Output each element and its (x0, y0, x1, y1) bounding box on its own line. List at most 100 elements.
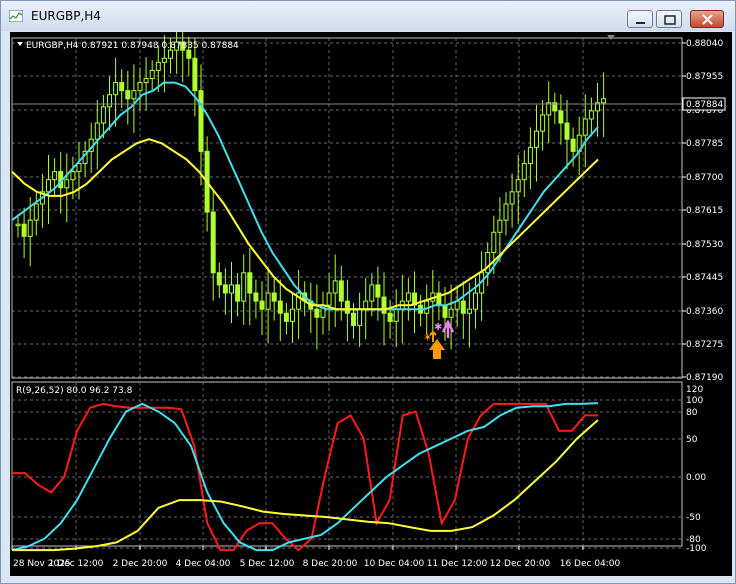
candle-body (253, 292, 259, 302)
candle-body (344, 300, 350, 314)
candle-body (570, 138, 576, 152)
candle-body (582, 118, 588, 136)
price-tick-label: 0.87700 (686, 173, 723, 183)
candle-body (485, 252, 491, 274)
price-tick-label: 0.87275 (686, 340, 723, 350)
price-tick-label: 0.87190 (686, 373, 723, 383)
candle-body (131, 90, 137, 100)
candle-body (357, 308, 363, 326)
candle-body (192, 57, 198, 92)
candle-body (290, 308, 295, 322)
candle-body (186, 49, 192, 59)
candle-body (363, 300, 369, 310)
candle-body (546, 102, 552, 116)
candle-body (76, 163, 82, 173)
price-tick-label: 0.87955 (686, 72, 723, 82)
indicator-tick-label: 120 (686, 385, 703, 395)
candle-body (503, 203, 509, 221)
maximize-button[interactable] (656, 10, 682, 28)
chart-canvas[interactable]: 0.880400.879550.878700.877850.877000.876… (10, 32, 732, 576)
candle-body (222, 284, 228, 294)
candle-body (393, 308, 399, 322)
svg-text:✱: ✱ (434, 322, 442, 333)
window-title: EURGBP,H4 (31, 9, 101, 23)
candle-body (137, 82, 143, 92)
candle-body (381, 296, 387, 314)
chart-app-icon (9, 10, 23, 22)
candle-body (283, 312, 289, 322)
indicator-tick-label: -50 (686, 513, 701, 523)
candle-body (332, 280, 338, 294)
minimize-button[interactable] (627, 10, 653, 28)
candle-body (351, 312, 356, 326)
candle-body (515, 179, 521, 193)
candle-body (198, 90, 204, 152)
candle-body (241, 272, 247, 302)
candle-body (527, 146, 533, 165)
indicator-tick-label: 100 (686, 396, 703, 406)
price-tick-label: 0.87785 (686, 139, 723, 149)
candle-body (15, 223, 21, 227)
candle-body (466, 308, 472, 314)
time-tick-label: 11 Dec 12:00 (427, 559, 488, 569)
candle-body (168, 49, 173, 59)
candle-body (70, 171, 76, 181)
candle-body (100, 106, 106, 124)
candle-body (460, 300, 466, 314)
candle-body (229, 284, 234, 294)
candle-body (247, 272, 253, 294)
candle-body (113, 82, 119, 96)
price-tick-label: 0.87530 (686, 240, 723, 250)
close-button[interactable] (690, 10, 724, 28)
buy-arrow-icon: ✶ (423, 330, 445, 359)
candle-body (442, 304, 448, 318)
candle-body (375, 284, 381, 298)
price-tick-label: 0.87615 (686, 206, 723, 216)
current-price-label: 0.87884 (686, 100, 723, 110)
time-tick-label: 2 Dec 20:00 (113, 559, 168, 569)
candle-body (107, 94, 112, 108)
candle-body (210, 211, 216, 274)
candle-body (216, 272, 222, 286)
collapse-triangle-icon[interactable] (17, 42, 23, 46)
candle-body (558, 110, 564, 124)
candle-body (405, 292, 411, 302)
chart-area[interactable]: 0.88040 0.87955 0.87870 0.87785 0.87700 0.876… (10, 32, 732, 576)
time-tick-label: 5 Dec 12:00 (240, 559, 295, 569)
candle-body (52, 171, 58, 181)
candle-body (497, 219, 503, 233)
candle-body (448, 308, 454, 318)
title-bar[interactable]: EURGBP,H4 (1, 1, 735, 31)
candle-body (271, 292, 277, 302)
candle-body (509, 191, 515, 205)
candle-body (119, 82, 125, 92)
candle-body (64, 179, 70, 189)
candle-body (326, 292, 332, 306)
candle-body (94, 122, 100, 140)
indicator-line-52 (12, 419, 599, 552)
indicator-tick-label: 50 (686, 435, 698, 445)
candle-body (564, 122, 570, 140)
candle-body (265, 292, 271, 310)
candle-body (235, 284, 241, 302)
candle-body (473, 292, 478, 310)
candle-body (33, 203, 39, 221)
candle-body (588, 110, 594, 120)
candle-body (161, 57, 167, 63)
candle-body (277, 300, 283, 314)
indicator-tick-label: 0.00 (686, 473, 706, 483)
price-tick-label: 0.87445 (686, 273, 723, 283)
candle-body (521, 163, 527, 181)
candle-body (601, 98, 607, 104)
indicator-line-26 (11, 402, 599, 552)
candle-body (46, 179, 51, 193)
indicator-header: R(9,26,52) 80.0 96.2 73.8 (16, 386, 133, 396)
candle-body (27, 219, 33, 237)
candle-body (338, 280, 344, 302)
chart-window: EURGBP,H4 0.88040 0.87955 0.87870 0.87785 0.… (0, 0, 736, 584)
indicator-tick-label: -100 (686, 544, 707, 554)
candle-body (259, 300, 265, 310)
candle-body (155, 61, 161, 71)
time-tick-label: 16 Dec 04:00 (560, 559, 621, 569)
price-tick-label: 0.88040 (686, 39, 723, 49)
